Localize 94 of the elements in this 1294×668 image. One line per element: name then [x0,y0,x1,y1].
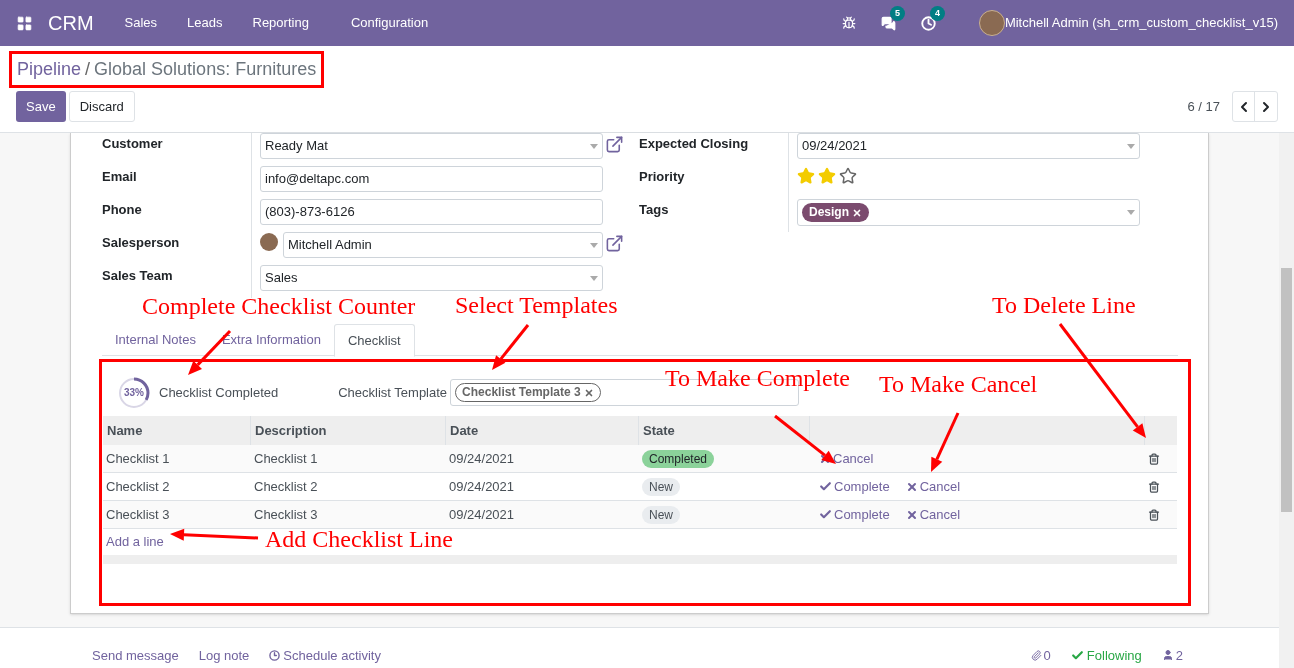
menu-item[interactable]: Leads [172,13,238,33]
person-icon [1161,649,1174,662]
messages-icon[interactable] [880,15,897,31]
attachments-button[interactable]: 0 [1030,645,1051,665]
date-field[interactable]: 09/24/2021 [797,133,1140,159]
table-cell-text: Checklist 1 [253,449,319,468]
tag-chip: Design [802,203,869,222]
dropdown-caret-icon [590,143,598,149]
field-label: Expected Closing [639,136,749,151]
table-cell-text: 09/24/2021 [448,505,516,524]
count-badge: 4 [929,6,945,21]
avatar [260,233,278,251]
external-link-icon[interactable] [605,234,624,253]
pager-counter: 6 / 17 [1187,97,1220,116]
cross-icon [905,480,918,493]
select-field[interactable]: Mitchell Admin [283,232,603,258]
state-badge: New [642,505,680,524]
menu-item[interactable]: Configuration [335,13,444,33]
breadcrumb-link[interactable]: Pipeline [17,56,82,83]
complete-button[interactable]: Complete [819,476,890,497]
check-icon [819,508,832,521]
star-icon [839,167,857,185]
table-cell-text: Checklist 2 [253,477,319,496]
record-title: Global Solutions: Furnitures [94,58,317,81]
cancel-button[interactable]: Cancel [905,476,961,497]
dropdown-caret-icon [590,275,598,281]
state-badge: New [642,477,680,496]
table-cell-text: Checklist 3 [253,505,319,524]
bug-icon[interactable] [840,15,857,31]
field-label: Sales Team [102,268,173,283]
field-label: Checklist Template [338,383,448,402]
tab[interactable]: Internal Notes [102,324,209,356]
select-field[interactable]: Ready Mat [260,133,603,159]
scrollbar-thumb[interactable] [1281,268,1292,512]
check-icon [819,480,832,493]
cancel-button[interactable]: Cancel [905,504,961,525]
external-link-icon[interactable] [605,135,624,154]
remove-icon[interactable] [852,207,862,218]
table-cell-text: 09/24/2021 [448,477,516,496]
check-icon [1070,648,1084,662]
app-name[interactable]: CRM [48,8,94,38]
breadcrumb-separator: / [85,58,91,81]
user-menu[interactable]: Mitchell Admin (sh_crm_custom_checklist_v15) [1004,13,1278,33]
table-cell-text: Checklist 3 [105,505,171,524]
dropdown-caret-icon [1127,210,1135,215]
chatter-button[interactable]: Log note [198,645,250,665]
field-label: Tags [639,202,669,217]
chatter-button[interactable]: Schedule activity [269,645,381,665]
delete-icon[interactable] [1148,480,1160,493]
clock-icon [269,649,281,661]
avatar [978,10,1005,36]
star-icon [818,167,836,185]
dropdown-caret-icon [1127,143,1135,149]
arrow [931,412,960,472]
field-label: Phone [102,202,142,217]
field-label: Priority [639,169,685,184]
clock-icon[interactable] [920,15,937,31]
complete-button[interactable]: Complete [819,504,890,525]
select-field[interactable]: Sales [260,265,603,291]
save-button[interactable]: Save [16,91,66,122]
annotation-label: To Delete Line [992,291,1136,320]
priority-stars[interactable] [797,167,857,185]
menu-item[interactable]: Sales [109,13,173,33]
count-badge: 5 [889,6,905,21]
table-cell-text: Checklist 2 [105,477,171,496]
paperclip-icon [1030,649,1042,661]
delete-icon[interactable] [1148,508,1160,521]
annotation-label: Select Templates [455,291,618,320]
apps-menu-icon[interactable] [15,14,33,32]
followers-button[interactable]: 2 [1161,645,1183,665]
cross-icon [905,508,918,521]
field-label: Customer [102,136,163,151]
dropdown-caret-icon [590,242,598,248]
chatter-button[interactable]: Send message [92,645,179,665]
field-label: Email [102,169,137,184]
annotation-label: To Make Cancel [879,370,1038,399]
star-icon [797,167,815,185]
progress-label: Checklist Completed [159,383,279,402]
input-field[interactable]: (803)-873-6126 [260,199,603,225]
state-badge: Completed [642,449,715,468]
field-label: Salesperson [102,235,180,250]
delete-icon[interactable] [1148,452,1160,465]
table-cell-text: Checklist 1 [105,449,171,468]
menu-item[interactable]: Reporting [237,13,324,33]
add-line-link[interactable]: Add a line [106,532,164,552]
annotation-label: Add Checklist Line [265,525,453,554]
following-button[interactable]: Following [1070,645,1142,665]
table-cell-text: 09/24/2021 [448,449,516,468]
input-field[interactable]: info@deltapc.com [260,166,603,192]
remove-icon[interactable] [583,387,594,398]
tab[interactable]: Checklist [333,324,415,357]
annotation-label: Complete Checklist Counter [142,292,416,321]
tags-field[interactable]: Design [797,199,1140,226]
discard-button[interactable]: Discard [68,91,135,122]
